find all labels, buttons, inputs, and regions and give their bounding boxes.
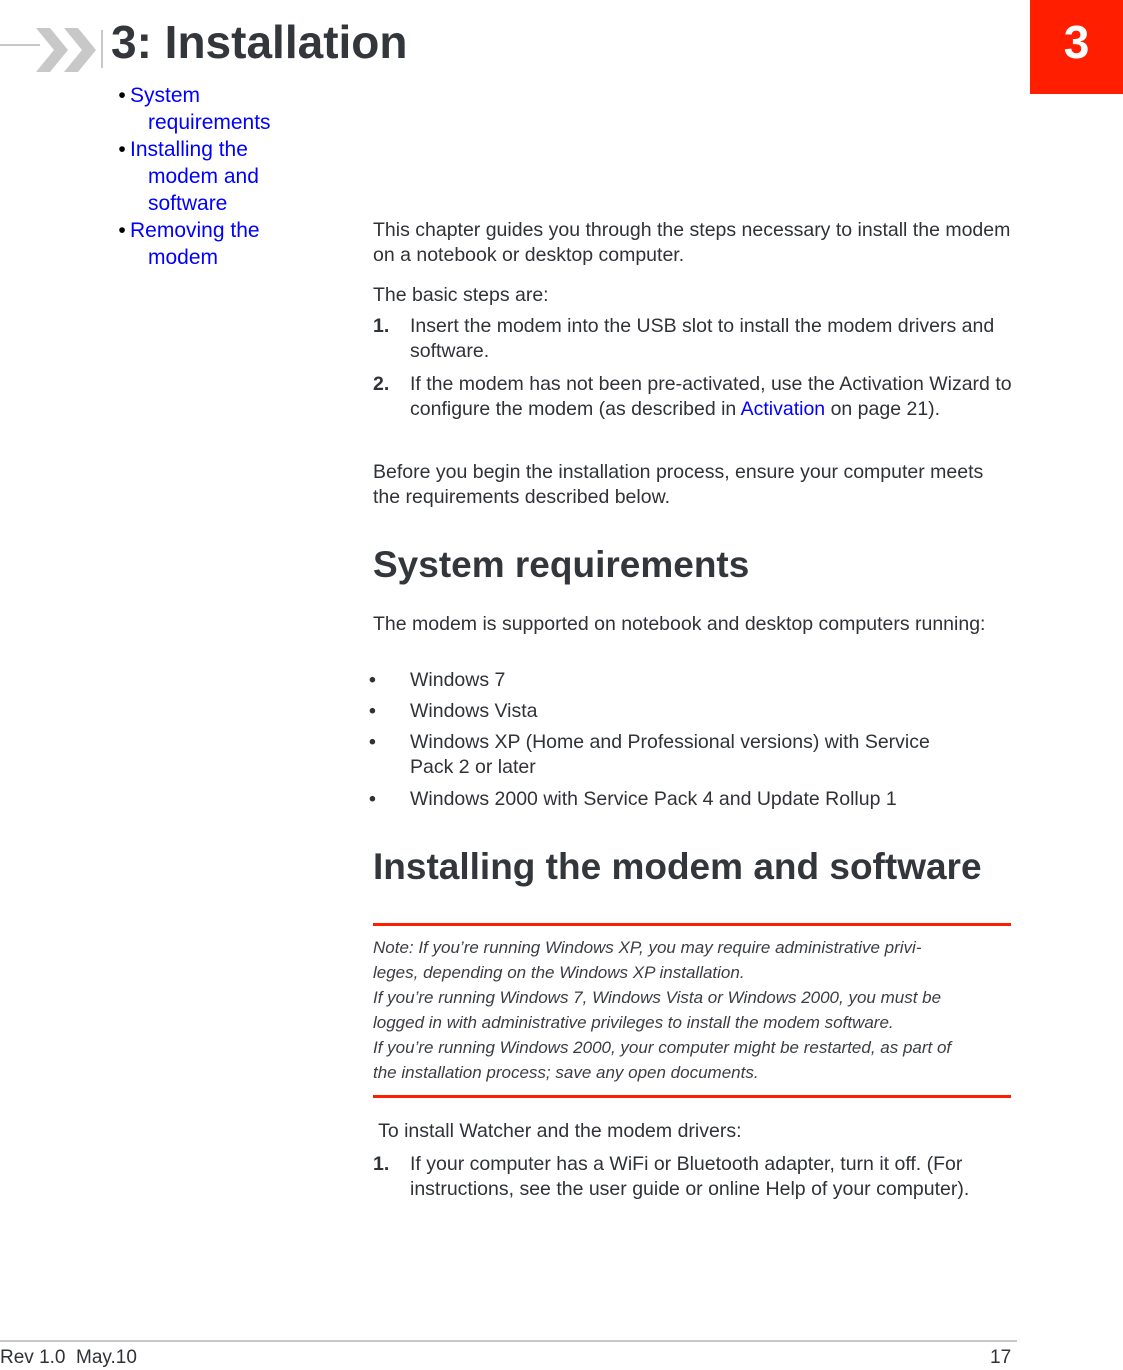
section-heading-system-requirements: System requirements — [373, 544, 750, 585]
note-box: Note: If you’re running Windows XP, you … — [373, 938, 952, 1082]
requirements-intro: Before you begin the installation proces… — [373, 461, 984, 508]
intro-paragraph: This chapter guides you through the step… — [373, 219, 1011, 266]
header-divider — [101, 30, 103, 68]
activation-link[interactable]: Activation — [741, 398, 826, 420]
bullet: • — [118, 84, 126, 107]
step-item: 1. Insert the modem into the USB slot to… — [373, 315, 995, 362]
toc-item-removing[interactable]: • Removing the modem — [114, 217, 344, 271]
supported-intro: The modem is supported on notebook and d… — [373, 613, 986, 635]
toc-item-system-requirements[interactable]: • System requirements — [114, 82, 344, 136]
os-list-item: • Windows 7 — [369, 669, 506, 691]
chapter-title: 3: Installation — [111, 16, 408, 68]
note-rule-bottom — [373, 1095, 1011, 1098]
bullet: • — [118, 138, 126, 161]
os-list-item: • Windows XP (Home and Professional vers… — [369, 731, 930, 778]
os-list-item: • Windows 2000 with Service Pack 4 and U… — [369, 788, 897, 810]
toc-item-installing[interactable]: • Installing the modem and software — [114, 136, 344, 217]
footer-revision: Rev 1.0 May.10 — [0, 1347, 137, 1368]
section-heading-installing: Installing the modem and software — [373, 846, 982, 887]
procedure-intro: To install Watcher and the modem drivers… — [373, 1120, 742, 1142]
step-item: 2. If the modem has not been pre-activat… — [373, 373, 1012, 420]
os-list-item: • Windows Vista — [369, 700, 538, 722]
bullet: • — [118, 219, 126, 242]
footer-rule — [0, 1340, 1017, 1342]
chapter-toc: • System requirements • Installing the m… — [114, 82, 344, 271]
note-rule-top — [373, 923, 1011, 926]
basic-steps-label: The basic steps are: — [373, 284, 549, 306]
chevron-arrows-icon — [36, 28, 96, 72]
chapter-number-tab: 3 — [1030, 0, 1123, 94]
footer-page-number: 17 — [990, 1347, 1012, 1368]
step-item: 1. If your computer has a WiFi or Blueto… — [373, 1153, 970, 1200]
